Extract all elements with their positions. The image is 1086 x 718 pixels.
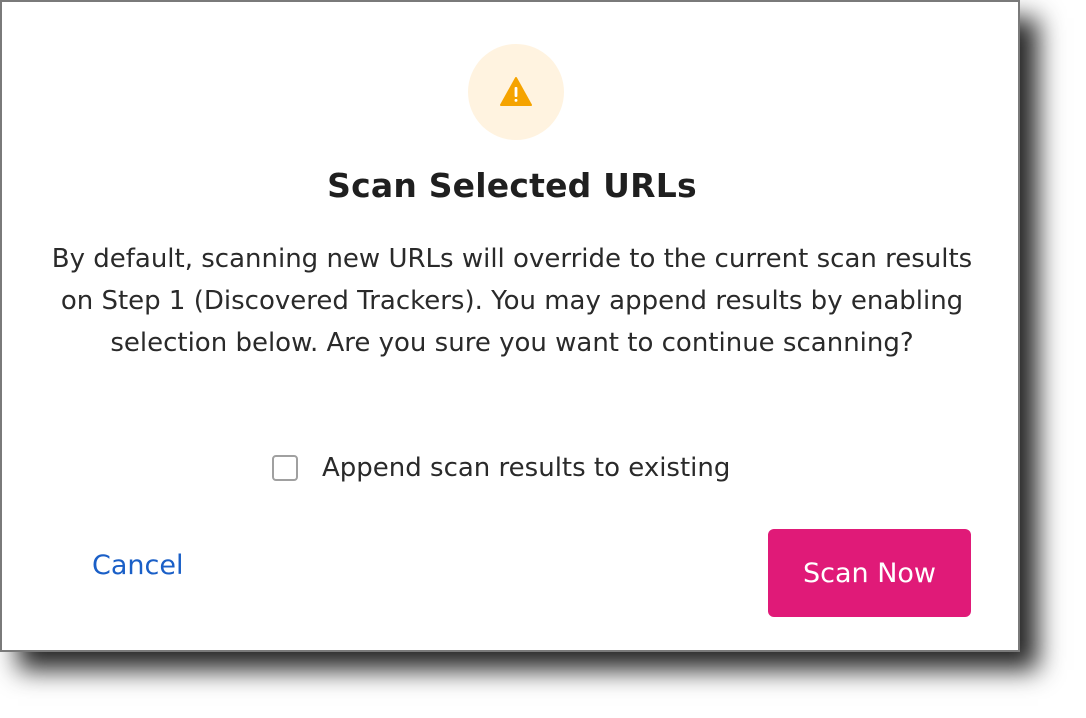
- scan-now-button[interactable]: Scan Now: [768, 529, 971, 617]
- append-results-checkbox[interactable]: [272, 455, 298, 481]
- cancel-button[interactable]: Cancel: [92, 550, 183, 581]
- warning-badge: [468, 44, 564, 140]
- append-results-option[interactable]: Append scan results to existing: [272, 448, 730, 488]
- dialog-title: Scan Selected URLs: [327, 166, 697, 205]
- screen: Scan Selected URLs By default, scanning …: [0, 0, 1086, 718]
- scan-confirm-dialog: Scan Selected URLs By default, scanning …: [0, 0, 1020, 652]
- append-results-label: Append scan results to existing: [322, 453, 731, 483]
- warning-icon: [500, 77, 532, 106]
- dialog-message: By default, scanning new URLs will overr…: [51, 244, 973, 358]
